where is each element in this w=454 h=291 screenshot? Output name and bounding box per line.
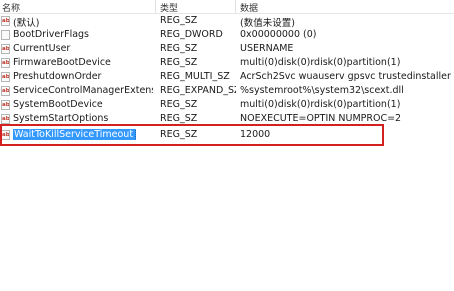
- value-data: NOEXECUTE=OPTIN NUMPROC=2: [240, 113, 402, 124]
- string-value-icon: ab: [1, 16, 10, 26]
- value-data: AcrSch2Svc wuauserv gpsvc trustedinstall…: [240, 71, 451, 82]
- value-name: FirmwareBootDevice: [13, 57, 111, 68]
- string-value-icon: ab: [1, 44, 10, 54]
- binary-value-icon: [1, 30, 10, 40]
- value-data: multi(0)disk(0)rdisk(0)partition(1): [240, 57, 401, 68]
- value-type: REG_SZ: [160, 113, 198, 124]
- column-header-type[interactable]: 类型: [160, 1, 178, 14]
- value-name: SystemStartOptions: [13, 113, 109, 124]
- value-type: REG_SZ: [160, 15, 198, 26]
- value-type: REG_SZ: [160, 57, 198, 68]
- column-divider[interactable]: [235, 0, 236, 13]
- value-name: (默认): [13, 18, 40, 29]
- string-value-icon: ab: [1, 58, 10, 68]
- value-type: REG_MULTI_SZ: [160, 71, 230, 82]
- value-data: (数值未设置): [240, 18, 295, 29]
- value-type: REG_DWORD: [160, 29, 223, 40]
- registry-value-row[interactable]: ab PreshutdownOrder REG_MULTI_SZ AcrSch2…: [0, 70, 454, 84]
- registry-value-row[interactable]: ab (默认) REG_SZ (数值未设置): [0, 14, 454, 29]
- registry-value-row[interactable]: ab ServiceControlManagerExtension REG_EX…: [0, 84, 454, 98]
- list-header: 名称 类型 数据: [0, 0, 454, 14]
- registry-value-row[interactable]: ab CurrentUser REG_SZ USERNAME: [0, 42, 454, 56]
- registry-value-row[interactable]: ab SystemBootDevice REG_SZ multi(0)disk(…: [0, 98, 454, 112]
- string-value-icon: ab: [1, 72, 10, 82]
- value-type: REG_SZ: [160, 99, 198, 110]
- column-header-name[interactable]: 名称: [2, 1, 20, 14]
- string-value-icon: ab: [1, 114, 10, 124]
- column-header-data[interactable]: 数据: [240, 1, 258, 14]
- value-data: %systemroot%\system32\scext.dll: [240, 85, 404, 96]
- value-name: ServiceControlManagerExtension: [13, 85, 153, 96]
- column-divider[interactable]: [155, 0, 156, 13]
- value-data: 0x00000000 (0): [240, 29, 317, 40]
- value-data: USERNAME: [240, 43, 294, 54]
- value-name: SystemBootDevice: [13, 99, 103, 110]
- value-type: REG_EXPAND_SZ: [160, 85, 236, 96]
- string-value-icon: ab: [1, 86, 10, 96]
- registry-value-row[interactable]: BootDriverFlags REG_DWORD 0x00000000 (0): [0, 28, 454, 42]
- red-highlight-box: [0, 124, 384, 146]
- registry-value-row[interactable]: ab FirmwareBootDevice REG_SZ multi(0)dis…: [0, 56, 454, 70]
- value-data: multi(0)disk(0)rdisk(0)partition(1): [240, 99, 401, 110]
- string-value-icon: ab: [1, 100, 10, 110]
- value-name: CurrentUser: [13, 43, 71, 54]
- value-name: PreshutdownOrder: [13, 71, 102, 82]
- value-name: BootDriverFlags: [13, 29, 90, 40]
- value-type: REG_SZ: [160, 43, 198, 54]
